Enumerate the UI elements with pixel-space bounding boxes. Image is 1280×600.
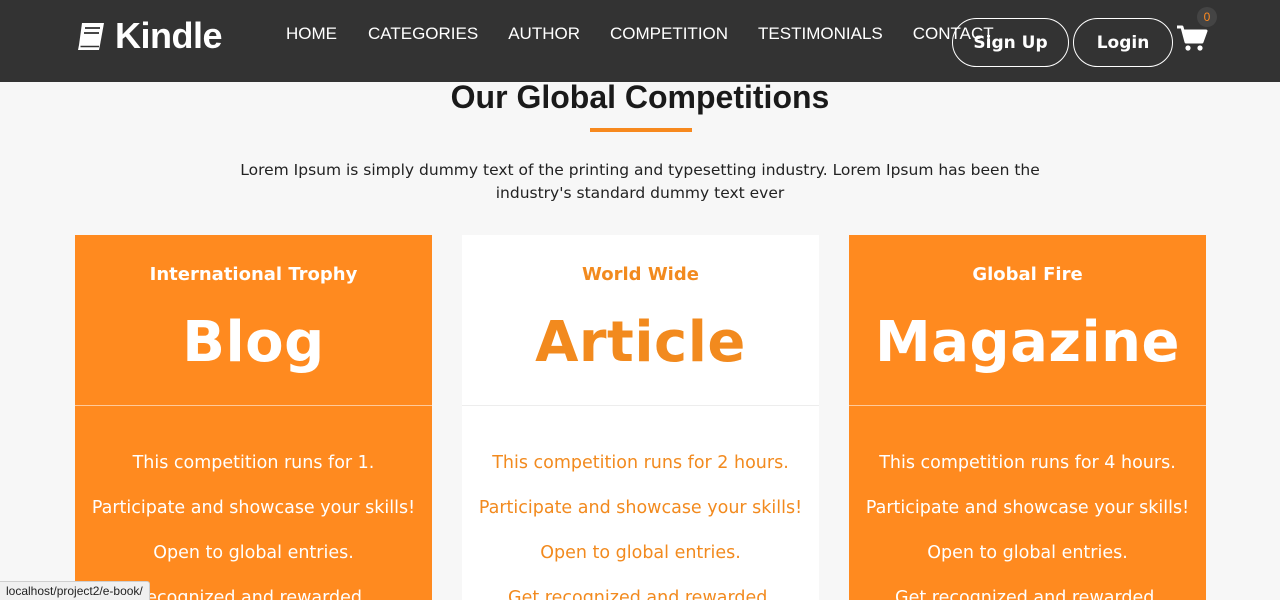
nav-categories[interactable]: CATEGORIES xyxy=(368,23,478,45)
card-title: Magazine xyxy=(874,310,1181,375)
card-header: World Wide Article xyxy=(462,235,819,406)
top-navbar: Kindle HOME CATEGORIES AUTHOR COMPETITIO… xyxy=(0,0,1280,82)
card-feature-list: This competition runs for 1. Participate… xyxy=(75,441,432,600)
list-item: This competition runs for 2 hours. xyxy=(492,453,789,473)
section-title: Our Global Competitions xyxy=(450,79,830,115)
book-icon xyxy=(74,19,108,53)
brand-name: Kindle xyxy=(115,15,223,56)
list-item: Get recognized and rewarded. xyxy=(508,588,773,600)
status-bar-url: localhost/project2/e-book/ xyxy=(0,581,150,600)
card-header: International Trophy Blog xyxy=(75,235,432,406)
nav-competition[interactable]: COMPETITION xyxy=(610,23,728,45)
list-item: Open to global entries. xyxy=(927,543,1128,563)
list-item: Open to global entries. xyxy=(540,543,741,563)
list-item: Participate and showcase your skills! xyxy=(865,498,1190,518)
cart-icon[interactable] xyxy=(1176,22,1208,54)
list-item: Open to global entries. xyxy=(153,543,354,563)
list-item: This competition runs for 1. xyxy=(132,453,375,473)
title-underline xyxy=(590,128,692,132)
login-button[interactable]: Login xyxy=(1073,18,1173,67)
competition-card-article[interactable]: World Wide Article This competition runs… xyxy=(462,235,819,600)
card-kicker: World Wide xyxy=(582,264,699,285)
section-description: Lorem Ipsum is simply dummy text of the … xyxy=(240,161,1040,202)
list-item: Participate and showcase your skills! xyxy=(91,498,416,518)
nav-testimonials[interactable]: TESTIMONIALS xyxy=(758,23,883,45)
nav-home[interactable]: HOME xyxy=(286,23,337,45)
competition-card-blog[interactable]: International Trophy Blog This competiti… xyxy=(75,235,432,600)
list-item: Participate and showcase your skills! xyxy=(478,498,803,518)
cart-count-badge: 0 xyxy=(1197,7,1217,27)
nav-author[interactable]: AUTHOR xyxy=(508,23,580,45)
card-title: Article xyxy=(535,310,746,375)
competition-card-magazine[interactable]: Global Fire Magazine This competition ru… xyxy=(849,235,1206,600)
list-item: Get recognized and rewarded. xyxy=(895,588,1160,600)
card-feature-list: This competition runs for 2 hours. Parti… xyxy=(462,441,819,600)
card-kicker: Global Fire xyxy=(972,264,1083,285)
list-item: This competition runs for 4 hours. xyxy=(879,453,1176,473)
card-feature-list: This competition runs for 4 hours. Parti… xyxy=(849,441,1206,600)
main-nav: HOME CATEGORIES AUTHOR COMPETITION TESTI… xyxy=(286,23,994,45)
card-title: Blog xyxy=(182,310,325,375)
card-header: Global Fire Magazine xyxy=(849,235,1206,406)
brand-logo[interactable]: Kindle xyxy=(74,15,223,56)
signup-button[interactable]: Sign Up xyxy=(952,18,1069,67)
card-kicker: International Trophy xyxy=(149,264,358,285)
